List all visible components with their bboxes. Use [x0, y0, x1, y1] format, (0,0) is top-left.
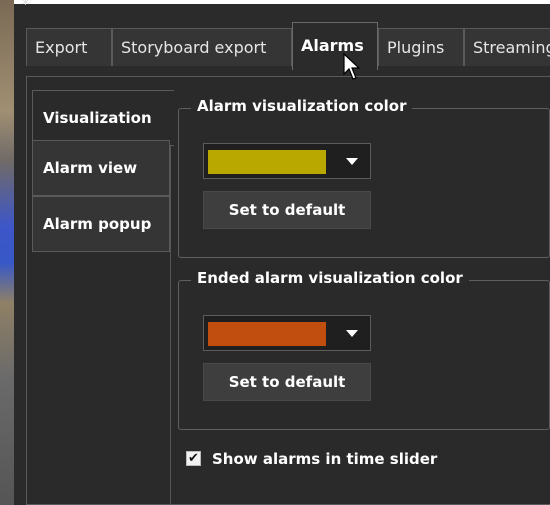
tab-streaming[interactable]: Streaming [464, 28, 550, 66]
sidebar-item-label: Visualization [43, 109, 152, 127]
group-title: Ended alarm visualization color [191, 269, 469, 287]
ended-alarm-color-group: Ended alarm visualization color Set to d… [178, 269, 550, 430]
color-swatch [208, 150, 326, 174]
chevron-down-icon [346, 330, 358, 337]
alarm-set-default-button[interactable]: Set to default [203, 191, 371, 229]
sidebar-item-label: Alarm view [43, 159, 138, 177]
sidebar-divider [170, 146, 171, 505]
chevron-down-icon [346, 158, 358, 165]
tab-storyboard-export[interactable]: Storyboard export [112, 28, 292, 66]
show-alarms-label: Show alarms in time slider [212, 450, 438, 468]
mouse-pointer-icon [343, 53, 361, 80]
sidebar-item-visualization[interactable]: Visualization [32, 90, 174, 146]
alarm-color-group: Alarm visualization color Set to default [178, 97, 550, 258]
window-icon: * [22, 0, 29, 13]
tab-export[interactable]: Export [26, 28, 112, 66]
alarm-color-dropdown[interactable] [203, 143, 371, 179]
sidebar-item-alarm-view[interactable]: Alarm view [32, 140, 170, 196]
tab-bar: Export Storyboard export Alarms Plugins … [14, 22, 550, 70]
tab-plugins[interactable]: Plugins [378, 28, 464, 66]
sidebar-item-alarm-popup[interactable]: Alarm popup [32, 196, 170, 252]
app-frame: * Export Storyboard export Alarms Plugin… [0, 0, 550, 505]
ended-set-default-button[interactable]: Set to default [203, 363, 371, 401]
color-swatch [208, 322, 326, 346]
ended-color-dropdown[interactable] [203, 315, 371, 351]
desktop-background [0, 0, 14, 505]
tab-alarms[interactable]: Alarms [292, 22, 378, 70]
group-title: Alarm visualization color [191, 97, 413, 115]
sidebar-item-label: Alarm popup [43, 215, 152, 233]
show-alarms-checkbox[interactable]: ✔ [186, 451, 201, 466]
